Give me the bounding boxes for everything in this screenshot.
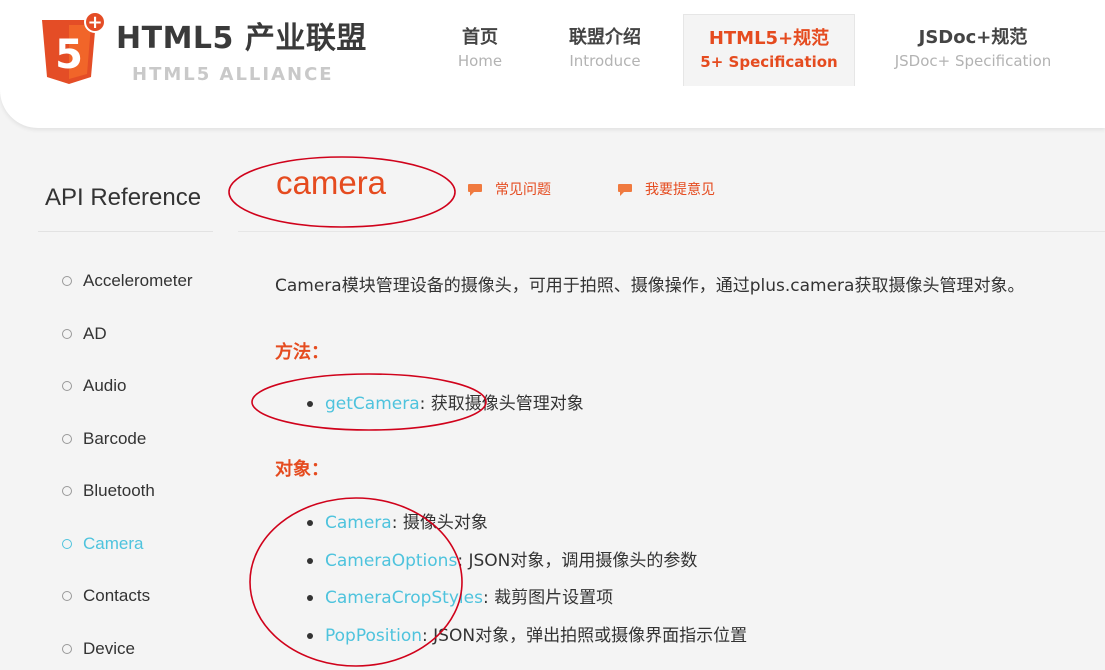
title-divider — [238, 231, 1105, 232]
filled-dot-icon — [307, 557, 313, 564]
sidebar-item-label: Audio — [83, 376, 127, 395]
sidebar-item-label: Accelerometer — [83, 271, 193, 290]
nav-specification-sublabel: 5+ Specification — [700, 53, 838, 71]
feedback-link-label: 我要提意见 — [645, 182, 715, 198]
object-link-popposition[interactable]: PopPosition — [325, 626, 422, 646]
nav-jsdoc-sublabel: JSDoc+ Specification — [894, 52, 1052, 70]
object-description: : JSON对象，调用摄像头的参数 — [457, 550, 698, 571]
speech-bubble-icon — [618, 184, 632, 196]
sidebar-item-label: Camera — [83, 533, 144, 553]
filled-dot-icon — [307, 401, 313, 407]
object-description: : 摄像头对象 — [391, 513, 488, 533]
sidebar-item-audio[interactable]: Audio — [62, 371, 193, 424]
feedback-link[interactable]: 我要提意见 — [617, 180, 715, 200]
sidebar-item-label: Contacts — [83, 586, 151, 605]
nav-home-label: 首页 — [462, 27, 498, 48]
brand-subtitle: HTML5 ALLIANCE — [132, 64, 334, 85]
object-description: : JSON对象，弹出拍照或摄像界面指示位置 — [422, 625, 748, 646]
methods-list: getCamera: 获取摄像头管理对象 — [305, 390, 584, 428]
sidebar-item-label: Device — [83, 638, 135, 658]
list-item: PopPosition: JSON对象，弹出拍照或摄像界面指示位置 — [305, 622, 747, 660]
list-item: CameraCropStyles: 裁剪图片设置项 — [305, 584, 747, 622]
nav-introduce[interactable]: 联盟介绍 Introduce — [552, 14, 658, 86]
object-description: : 裁剪图片设置项 — [482, 588, 614, 608]
objects-list: Camera: 摄像头对象 CameraOptions: JSON对象，调用摄像… — [305, 509, 747, 659]
list-item: Camera: 摄像头对象 — [305, 509, 747, 547]
sidebar-item-accelerometer[interactable]: Accelerometer — [62, 266, 193, 319]
hollow-circle-icon — [62, 538, 72, 549]
logo-number: 5 — [55, 32, 83, 78]
sidebar-divider — [38, 231, 213, 232]
object-link-cameracropstyles[interactable]: CameraCropStyles — [325, 588, 483, 608]
nav-home[interactable]: 首页 Home — [436, 14, 524, 86]
hollow-circle-icon — [62, 486, 72, 496]
hollow-circle-icon — [62, 643, 72, 654]
faq-link-label: 常见问题 — [495, 182, 551, 198]
nav-specification[interactable]: HTML5+规范 5+ Specification — [683, 14, 855, 86]
sidebar-nav: Accelerometer AD Audio Barcode Bluetooth… — [62, 266, 193, 670]
sidebar-item-contacts[interactable]: Contacts — [62, 581, 193, 634]
nav-home-sublabel: Home — [457, 52, 503, 70]
hollow-circle-icon — [62, 276, 72, 286]
sidebar-item-label: AD — [83, 323, 107, 343]
hollow-circle-icon — [62, 381, 72, 391]
plus-badge-icon: + — [84, 11, 106, 33]
filled-dot-icon — [307, 632, 313, 639]
objects-heading: 对象： — [275, 459, 329, 480]
method-link-getcamera[interactable]: getCamera — [325, 394, 420, 414]
nav-introduce-sublabel: Introduce — [569, 52, 641, 70]
hollow-circle-icon — [62, 328, 72, 339]
site-header: 5 + HTML5 产业联盟 HTML5 ALLIANCE 首页 Home 联盟… — [0, 0, 1105, 128]
speech-bubble-icon — [468, 184, 482, 196]
sidebar-item-device[interactable]: Device — [62, 634, 193, 670]
list-item: CameraOptions: JSON对象，调用摄像头的参数 — [305, 547, 747, 585]
sidebar-item-ad[interactable]: AD — [62, 319, 193, 372]
nav-jsdoc[interactable]: JSDoc+规范 JSDoc+ Specification — [884, 14, 1062, 86]
filled-dot-icon — [307, 520, 313, 526]
nav-introduce-label: 联盟介绍 — [569, 27, 641, 48]
hollow-circle-icon — [62, 433, 72, 444]
sidebar-item-barcode[interactable]: Barcode — [62, 424, 193, 477]
sidebar-item-label: Barcode — [83, 428, 147, 448]
method-description: : 获取摄像头管理对象 — [419, 394, 584, 414]
page-title: camera — [276, 164, 387, 201]
module-description: Camera模块管理设备的摄像头，可用于拍照、摄像操作，通过plus.camer… — [275, 276, 1025, 296]
list-item: getCamera: 获取摄像头管理对象 — [305, 390, 584, 428]
faq-link[interactable]: 常见问题 — [467, 180, 551, 200]
sidebar-title: API Reference — [45, 184, 202, 211]
sidebar-item-bluetooth[interactable]: Bluetooth — [62, 476, 193, 529]
nav-jsdoc-label: JSDoc+规范 — [918, 27, 1028, 48]
sidebar-item-label: Bluetooth — [83, 481, 155, 500]
nav-specification-label: HTML5+规范 — [708, 28, 830, 49]
object-link-camera[interactable]: Camera — [325, 513, 392, 533]
filled-dot-icon — [307, 595, 313, 601]
methods-heading: 方法： — [275, 342, 329, 363]
hollow-circle-icon — [62, 591, 72, 601]
brand-title[interactable]: HTML5 产业联盟 — [116, 22, 367, 56]
sidebar-item-camera[interactable]: Camera — [62, 529, 193, 582]
object-link-cameraoptions[interactable]: CameraOptions — [325, 551, 457, 571]
